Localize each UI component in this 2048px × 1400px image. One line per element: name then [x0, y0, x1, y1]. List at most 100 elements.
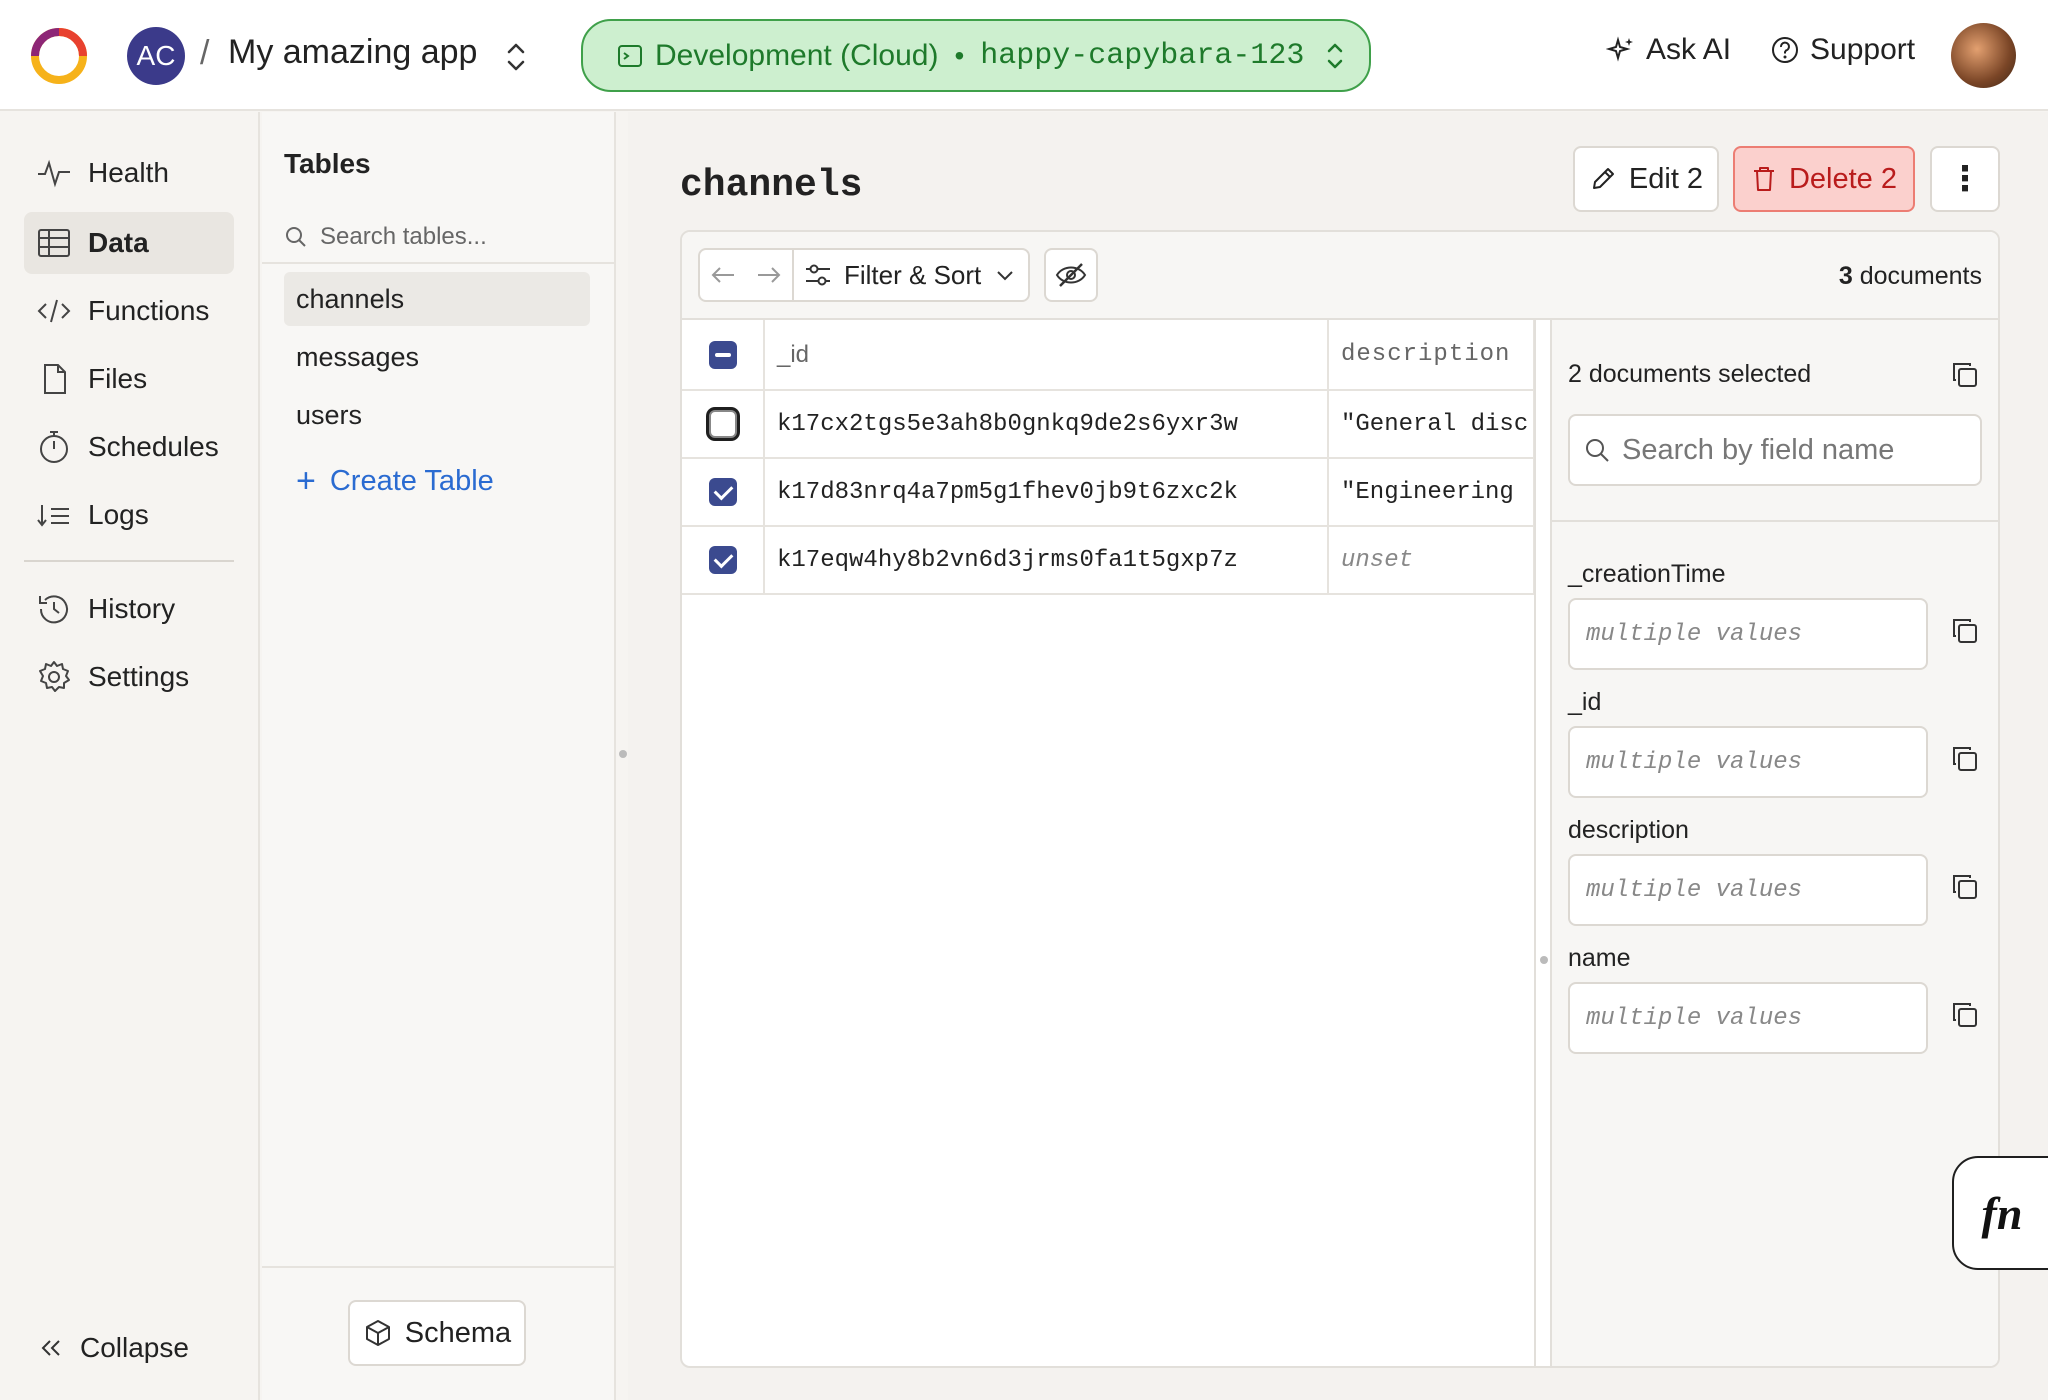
- document-count-suffix: documents: [1859, 262, 1982, 290]
- sidebar-item-label: Health: [88, 157, 169, 188]
- selection-side-panel: 2 documents selected Search by field nam…: [1552, 320, 1998, 1366]
- filter-nav-group: Filter & Sort: [698, 248, 1030, 302]
- grid-right-border: [1534, 320, 1536, 1366]
- function-runner-button[interactable]: fn: [1952, 1156, 2048, 1270]
- help-circle-icon: [1772, 37, 1798, 63]
- logs-icon: [37, 505, 69, 527]
- sidebar-item-health[interactable]: Health: [24, 142, 234, 204]
- document-count: 3 documents: [1839, 262, 1982, 291]
- sidebar-item-label: Files: [88, 363, 148, 394]
- terminal-icon: [618, 44, 642, 67]
- copy-icon[interactable]: [1950, 744, 1980, 774]
- row-checkbox[interactable]: [708, 477, 737, 506]
- search-icon: [286, 227, 306, 247]
- collapse-button[interactable]: Collapse: [36, 1332, 189, 1364]
- convex-logo-icon[interactable]: [30, 27, 88, 85]
- breadcrumb-separator: /: [200, 34, 210, 72]
- create-table-button[interactable]: + Create Table: [296, 462, 494, 501]
- gear-icon: [39, 661, 70, 692]
- edit-button[interactable]: Edit 2: [1573, 146, 1719, 212]
- ask-ai-button[interactable]: Ask AI: [1606, 33, 1731, 67]
- user-avatar[interactable]: [1951, 23, 2016, 88]
- schema-label: Schema: [404, 1316, 512, 1349]
- row-checkbox-cell: [682, 390, 765, 459]
- schema-button[interactable]: Schema: [348, 1300, 526, 1366]
- project-name[interactable]: My amazing app: [228, 33, 477, 72]
- row-id-cell[interactable]: k17cx2tgs5e3ah8b0gnkq9de2s6yxr3w: [764, 390, 1329, 459]
- table-header-row: _id description: [682, 320, 1535, 391]
- collapse-label: Collapse: [80, 1332, 189, 1363]
- select-all-cell: [682, 320, 765, 391]
- table-item-users[interactable]: users: [284, 388, 590, 442]
- field-label: _id: [1568, 688, 1602, 716]
- deployment-selector[interactable]: Development (Cloud) • happy-capybara-123: [581, 19, 1371, 92]
- chevron-up-down-icon[interactable]: [503, 40, 529, 74]
- hide-fields-button[interactable]: [1044, 248, 1098, 302]
- nav-divider: [24, 560, 234, 562]
- tables-search-placeholder: Search tables...: [320, 223, 487, 250]
- deployment-name: Development (Cloud): [655, 38, 939, 72]
- column-header-description[interactable]: description: [1328, 320, 1535, 391]
- column-header-id[interactable]: _id: [764, 320, 1329, 391]
- panel-resize-handle[interactable]: [619, 750, 627, 758]
- sidebar-item-functions[interactable]: Functions: [24, 280, 234, 342]
- sidebar-item-schedules[interactable]: Schedules: [24, 416, 234, 478]
- select-all-checkbox[interactable]: [708, 340, 737, 369]
- side-panel-divider: [1552, 520, 1998, 522]
- more-options-button[interactable]: ⋮: [1930, 146, 2000, 212]
- kebab-icon: ⋮: [1948, 160, 1982, 198]
- row-id-cell[interactable]: k17eqw4hy8b2vn6d3jrms0fa1t5gxp7z: [764, 526, 1329, 595]
- tables-panel: Tables Search tables... channels message…: [262, 112, 616, 1400]
- table-row[interactable]: k17eqw4hy8b2vn6d3jrms0fa1t5gxp7z unset: [682, 526, 1535, 595]
- row-description-cell[interactable]: unset: [1328, 526, 1535, 595]
- sidebar-item-label: Schedules: [88, 431, 219, 462]
- sidebar-item-logs[interactable]: Logs: [24, 484, 234, 546]
- table-item-channels[interactable]: channels: [284, 272, 590, 326]
- row-id-cell[interactable]: k17d83nrq4a7pm5g1fhev0jb9t6zxc2k: [764, 458, 1329, 527]
- support-button[interactable]: Support: [1770, 33, 1915, 67]
- field-search-placeholder: Search by field name: [1622, 433, 1895, 466]
- chevrons-left-icon: [41, 1340, 60, 1356]
- arrow-right-icon[interactable]: [746, 250, 792, 300]
- table-item-messages[interactable]: messages: [284, 330, 590, 384]
- sidebar-item-data[interactable]: Data: [24, 212, 234, 274]
- sidebar-item-label: History: [88, 593, 176, 624]
- row-checkbox[interactable]: [708, 545, 737, 574]
- row-description-cell[interactable]: "Engineering: [1328, 458, 1535, 527]
- copy-icon[interactable]: [1950, 616, 1980, 646]
- sidebar-item-history[interactable]: History: [24, 578, 234, 640]
- search-icon: [1586, 439, 1609, 462]
- sidebar-item-label: Data: [88, 227, 149, 258]
- row-description-cell[interactable]: "General disc: [1328, 390, 1535, 459]
- plus-icon: +: [296, 462, 316, 500]
- tables-bottom-divider: [262, 1266, 614, 1268]
- tables-search-input[interactable]: Search tables...: [284, 212, 594, 262]
- filter-sort-button[interactable]: Filter & Sort: [792, 250, 1028, 300]
- field-value-input[interactable]: multiple values: [1568, 726, 1928, 798]
- delete-button[interactable]: Delete 2: [1733, 146, 1915, 212]
- field-search-input[interactable]: Search by field name: [1568, 414, 1982, 486]
- tables-heading: Tables: [284, 148, 371, 179]
- sidebar-item-settings[interactable]: Settings: [24, 646, 234, 708]
- row-checkbox[interactable]: [708, 409, 737, 438]
- side-panel-resize-handle[interactable]: [1540, 956, 1548, 964]
- sidebar-item-label: Settings: [88, 661, 190, 692]
- create-table-label: Create Table: [329, 465, 494, 497]
- pencil-icon: [1592, 168, 1614, 189]
- copy-icon[interactable]: [1950, 360, 1980, 390]
- field-value-input[interactable]: multiple values: [1568, 982, 1928, 1054]
- table-row[interactable]: k17cx2tgs5e3ah8b0gnkq9de2s6yxr3w "Genera…: [682, 390, 1535, 459]
- pulse-icon: [38, 159, 70, 188]
- tables-divider: [262, 262, 614, 264]
- sidebar-item-files[interactable]: Files: [24, 348, 234, 410]
- sidebar-item-label: Logs: [88, 499, 149, 530]
- field-value-input[interactable]: multiple values: [1568, 598, 1928, 670]
- table-row[interactable]: k17d83nrq4a7pm5g1fhev0jb9t6zxc2k "Engine…: [682, 458, 1535, 527]
- copy-icon[interactable]: [1950, 1000, 1980, 1030]
- arrow-left-icon[interactable]: [700, 250, 746, 300]
- field-value-input[interactable]: multiple values: [1568, 854, 1928, 926]
- copy-icon[interactable]: [1950, 872, 1980, 902]
- team-avatar[interactable]: AC: [127, 27, 185, 85]
- documents-table: _id description k17cx2tgs5e3ah8b0gnkq9de…: [682, 320, 1535, 595]
- filter-sort-label: Filter & Sort: [844, 259, 982, 290]
